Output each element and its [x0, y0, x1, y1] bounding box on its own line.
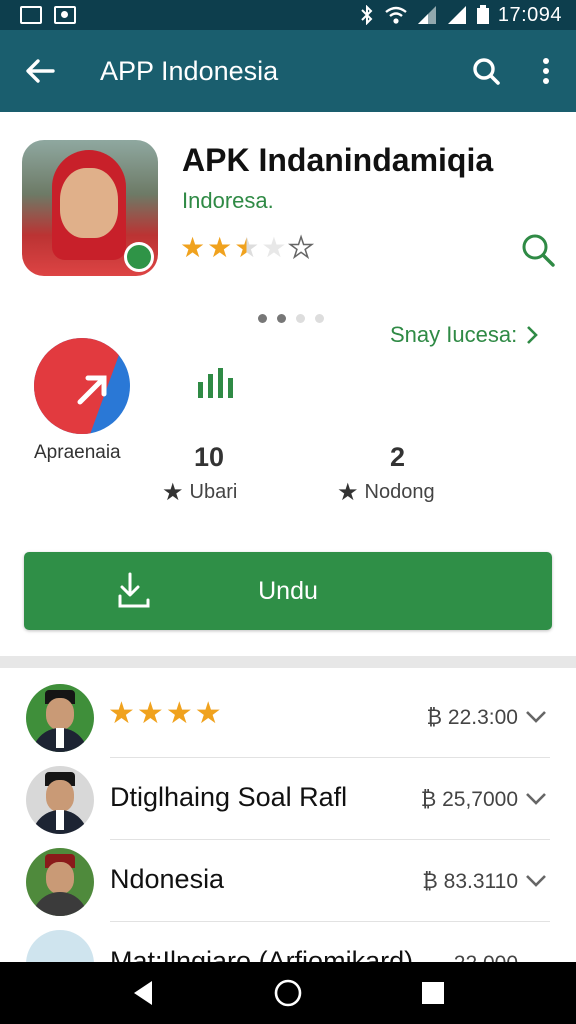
notification-box-icon: [20, 6, 42, 24]
chevron-down-icon[interactable]: [524, 706, 548, 728]
search-button[interactable]: [456, 30, 516, 112]
carousel-dot-active[interactable]: [277, 314, 286, 323]
row-rating: ★ ★ ★ ★: [108, 697, 222, 730]
back-triangle-icon: [133, 981, 152, 1005]
battery-icon: [476, 5, 489, 24]
install-button-label: Undu: [258, 576, 318, 605]
wifi-icon: [385, 6, 407, 24]
similar-apps-link[interactable]: Snay Iucesa:: [390, 322, 539, 348]
system-nav-bar: [0, 962, 576, 1024]
stat-label: ★ Ubari: [162, 478, 237, 507]
developer-name: Apraenaia: [34, 442, 121, 463]
row-price: ₿ 22.3:00: [426, 706, 518, 729]
nav-home-button[interactable]: [258, 968, 318, 1018]
stat-label-text: Ubari: [189, 481, 238, 503]
carousel-dot[interactable]: [296, 314, 305, 323]
verified-badge-icon: [124, 242, 154, 272]
home-circle-icon: [274, 979, 302, 1007]
star-icon: ★: [337, 479, 359, 506]
photo-icon: [54, 6, 76, 24]
bluetooth-icon: [361, 5, 373, 25]
app-header: APK Indanindamiqia Indoresa. ★ ★ ★ ★ ★: [0, 112, 576, 292]
star-full-icon: ★: [108, 697, 135, 730]
star-full-icon: ★: [136, 697, 164, 730]
star-empty-icon: ★: [288, 232, 315, 263]
star-full-icon: ★: [165, 697, 193, 730]
nav-recents-button[interactable]: [403, 968, 463, 1018]
search-icon: [473, 58, 500, 85]
more-vert-icon: [543, 58, 549, 84]
signal-icon: [447, 6, 466, 24]
search-icon: [522, 234, 555, 267]
row-price: ₿ 83.3110: [422, 870, 518, 893]
recents-square-icon: [422, 982, 445, 1004]
nav-back-button[interactable]: [113, 968, 173, 1018]
install-button[interactable]: Undu: [24, 552, 552, 630]
stat-label: ★ Nodong: [337, 478, 435, 507]
arrow-up-right-icon: [77, 375, 107, 405]
chevron-down-icon[interactable]: [524, 870, 548, 892]
carousel-dot[interactable]: [258, 314, 267, 323]
star-empty-icon: ★: [261, 232, 287, 263]
star-half-icon: ★: [234, 232, 260, 263]
status-bar: 17:094: [0, 0, 576, 30]
carousel-dot[interactable]: [315, 314, 324, 323]
chevron-right-icon: [527, 326, 539, 344]
list-item[interactable]: ★ ★ ★ ★ ₿ 22.3:00: [0, 676, 576, 758]
app-icon: [22, 140, 158, 276]
section-divider: [0, 656, 576, 668]
header-search-button[interactable]: [518, 230, 558, 270]
chevron-down-icon[interactable]: [524, 788, 548, 810]
star-full-icon: ★: [207, 232, 233, 263]
developer-logo[interactable]: [34, 338, 130, 434]
signal-icon: [417, 6, 436, 24]
stat-value: 2: [390, 442, 406, 472]
status-time: 17:094: [497, 3, 562, 26]
avatar: [26, 848, 94, 916]
app-rating: ★ ★ ★ ★ ★: [180, 232, 315, 263]
back-button[interactable]: [0, 30, 80, 112]
carousel-indicator: [258, 314, 324, 323]
avatar: [26, 684, 94, 752]
star-full-icon: ★: [194, 697, 222, 730]
star-icon: ★: [162, 479, 184, 506]
more-options-button[interactable]: [516, 30, 576, 112]
star-full-icon: ★: [180, 232, 206, 263]
avatar: [26, 766, 94, 834]
bar-chart-icon: [198, 368, 233, 398]
list-item[interactable]: Ndonesia ₿ 83.3110: [0, 840, 576, 922]
app-title: APK Indanindamiqia: [182, 142, 494, 178]
stat-value: 10: [194, 442, 225, 472]
similar-apps-label: Snay Iucesa:: [390, 322, 518, 347]
row-title: Ndonesia: [110, 864, 225, 894]
app-bar: APP Indonesia: [0, 30, 576, 112]
stat-label-text: Nodong: [364, 481, 435, 503]
list-item[interactable]: Dtiglhaing Soal Rafl ₿ 25,7000: [0, 758, 576, 840]
page-title: APP Indonesia: [100, 55, 279, 86]
app-publisher[interactable]: Indoresa.: [182, 188, 274, 214]
row-price: ₿ 25,7000: [420, 788, 518, 811]
row-title: Dtiglhaing Soal Rafl: [110, 782, 348, 812]
back-arrow-icon: [26, 59, 55, 83]
download-icon: [118, 572, 150, 608]
